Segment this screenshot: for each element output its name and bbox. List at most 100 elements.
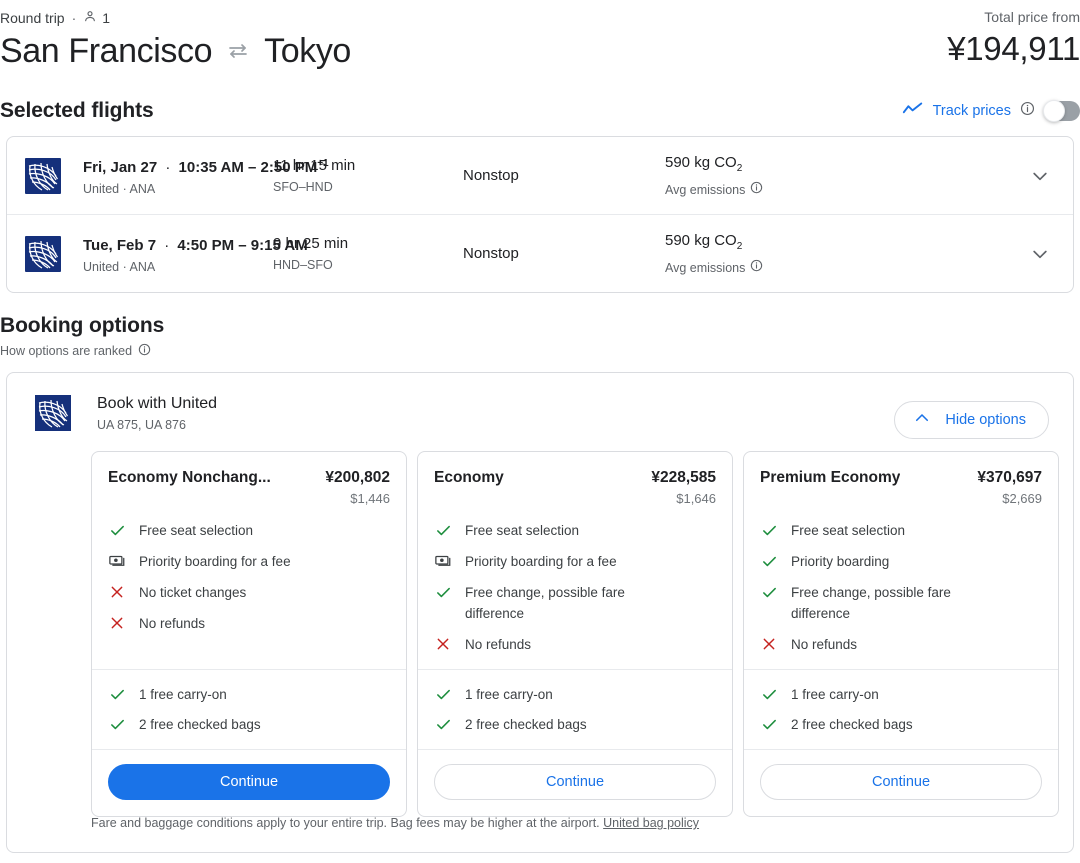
- track-prices-label[interactable]: Track prices: [933, 103, 1011, 119]
- fare-feature-label: Free seat selection: [465, 523, 580, 538]
- chevron-down-icon[interactable]: [1027, 163, 1053, 189]
- flight-duration-col: 11 hr 15 min SFO–HND: [273, 156, 463, 196]
- fare-feature: Priority boarding: [760, 551, 1042, 572]
- route-title: San Francisco Tokyo: [0, 30, 351, 72]
- flight-emissions-col: 590 kg CO2 Avg emissions: [665, 231, 1049, 277]
- flight-airlines: United · ANA: [83, 259, 156, 274]
- fare-feature: Free seat selection: [760, 520, 1042, 541]
- how-ranked-label: How options are ranked: [0, 344, 133, 358]
- info-icon[interactable]: [1020, 101, 1035, 121]
- check-icon: [760, 715, 778, 733]
- fare-header: Economy ¥228,585 $1,646: [434, 468, 716, 508]
- flight-stops-col: Nonstop: [463, 166, 665, 186]
- fare-baggage: 1 free carry-on: [434, 684, 716, 705]
- fare-baggage-list: 1 free carry-on 2 free checked bags: [418, 669, 732, 749]
- chevron-up-icon: [913, 409, 931, 432]
- fare-baggage: 2 free checked bags: [434, 714, 716, 735]
- flight-datetime: Tue, Feb 7 · 4:50 PM – 9:15 AM: [83, 232, 308, 256]
- flight-date: Fri, Jan 27: [83, 158, 158, 176]
- page-header: Round trip · 1 San Francisco Tokyo Total…: [0, 0, 1080, 92]
- fare-baggage: 1 free carry-on: [760, 684, 1042, 705]
- fare-feature: Priority boarding for a fee: [108, 551, 390, 572]
- fare-feature-label: Priority boarding for a fee: [139, 554, 291, 569]
- fine-print-text: Fare and baggage conditions apply to you…: [91, 816, 600, 830]
- fare-feature-list: Free seat selection Priority boarding fo…: [434, 520, 716, 655]
- booking-options-card: Book with United UA 875, UA 876 Hide opt…: [6, 372, 1074, 853]
- flight-emissions-col: 590 kg CO2 Avg emissions: [665, 153, 1049, 199]
- fare-name: Premium Economy: [760, 469, 901, 486]
- check-icon: [108, 685, 126, 703]
- chevron-down-icon[interactable]: [1027, 241, 1053, 267]
- money-icon: [434, 552, 452, 570]
- fare-feature: No refunds: [760, 634, 1042, 655]
- fare-baggage-label: 2 free checked bags: [139, 717, 261, 732]
- emissions-value: 590 kg CO: [665, 231, 737, 249]
- booking-options-title: Booking options: [0, 314, 165, 337]
- flight-row[interactable]: Fri, Jan 27 · 10:35 AM – 2:50 PM+1 Unite…: [7, 137, 1073, 214]
- fare-card[interactable]: Economy ¥228,585 $1,646 Free seat select…: [417, 451, 733, 817]
- total-price-block: Total price from ¥194,911: [947, 8, 1080, 70]
- fare-baggage-list: 1 free carry-on 2 free checked bags: [92, 669, 406, 749]
- continue-button[interactable]: Continue: [108, 764, 390, 800]
- flight-booking-page: Round trip · 1 San Francisco Tokyo Total…: [0, 0, 1080, 863]
- emissions-note: Avg emissions: [665, 259, 1049, 277]
- track-prices-control[interactable]: Track prices: [902, 100, 1080, 122]
- continue-button[interactable]: Continue: [760, 764, 1042, 800]
- fare-baggage-label: 2 free checked bags: [791, 717, 913, 732]
- fare-cta-area: Continue: [418, 749, 732, 816]
- flight-airports: SFO–HND: [273, 179, 333, 194]
- flight-datetime: Fri, Jan 27 · 10:35 AM – 2:50 PM+1: [83, 154, 329, 178]
- fare-cta-area: Continue: [744, 749, 1058, 816]
- check-icon: [108, 715, 126, 733]
- hide-options-label: Hide options: [945, 412, 1026, 428]
- fare-price-block: ¥200,802 $1,446: [325, 468, 390, 508]
- fare-feature: Free seat selection: [434, 520, 716, 541]
- fare-card[interactable]: Economy Nonchang... ¥200,802 $1,446 Free…: [91, 451, 407, 817]
- flight-row[interactable]: Tue, Feb 7 · 4:50 PM – 9:15 AM United · …: [7, 214, 1073, 292]
- fare-header: Premium Economy ¥370,697 $2,669: [760, 468, 1042, 508]
- hide-options-button[interactable]: Hide options: [894, 401, 1049, 439]
- check-icon: [108, 521, 126, 539]
- flight-emissions: 590 kg CO2: [665, 153, 1049, 179]
- flight-when: Tue, Feb 7 · 4:50 PM – 9:15 AM United · …: [83, 232, 308, 276]
- toggle-knob: [1043, 100, 1065, 122]
- info-icon[interactable]: [750, 181, 763, 199]
- info-icon[interactable]: [750, 259, 763, 277]
- continue-button[interactable]: Continue: [434, 764, 716, 800]
- fare-price-alt: $1,646: [676, 491, 716, 506]
- person-icon: [83, 9, 97, 27]
- trending-up-icon: [902, 101, 924, 122]
- fare-cta-area: Continue: [92, 749, 406, 816]
- cross-icon: [108, 583, 126, 601]
- flight-date: Tue, Feb 7: [83, 236, 157, 254]
- track-prices-toggle[interactable]: [1043, 100, 1080, 122]
- trip-summary: Round trip · 1: [0, 9, 110, 27]
- fare-card[interactable]: Premium Economy ¥370,697 $2,669 Free sea…: [743, 451, 1059, 817]
- fare-header: Economy Nonchang... ¥200,802 $1,446: [108, 468, 390, 508]
- fare-price: ¥370,697: [977, 469, 1042, 486]
- total-price-label: Total price from: [984, 9, 1080, 25]
- date-separator: ·: [164, 236, 170, 254]
- check-icon: [434, 583, 452, 601]
- fare-name: Economy: [434, 469, 504, 486]
- origin-city: San Francisco: [0, 32, 213, 70]
- flight-duration: 9 hr 25 min: [273, 234, 349, 252]
- fare-card-list: Economy Nonchang... ¥200,802 $1,446 Free…: [91, 451, 1059, 817]
- check-icon: [434, 521, 452, 539]
- united-airlines-logo: [25, 235, 61, 272]
- fare-baggage-label: 1 free carry-on: [791, 687, 879, 702]
- united-bag-policy-link[interactable]: United bag policy: [603, 816, 699, 830]
- selected-flights-card: Fri, Jan 27 · 10:35 AM – 2:50 PM+1 Unite…: [6, 136, 1074, 293]
- fare-baggage: 2 free checked bags: [108, 714, 390, 735]
- fare-baggage: 2 free checked bags: [760, 714, 1042, 735]
- fare-feature: Priority boarding for a fee: [434, 551, 716, 572]
- passenger-count-group: 1: [83, 9, 110, 27]
- fare-feature-label: Free change, possible fare difference: [465, 585, 625, 621]
- fare-feature-label: Free seat selection: [791, 523, 906, 538]
- info-icon[interactable]: [138, 343, 151, 359]
- how-ranked-link[interactable]: How options are ranked: [0, 343, 164, 359]
- flight-stops: Nonstop: [463, 244, 519, 262]
- check-icon: [760, 552, 778, 570]
- fare-details: Economy ¥228,585 $1,646 Free seat select…: [418, 452, 732, 669]
- fare-baggage-label: 1 free carry-on: [139, 687, 227, 702]
